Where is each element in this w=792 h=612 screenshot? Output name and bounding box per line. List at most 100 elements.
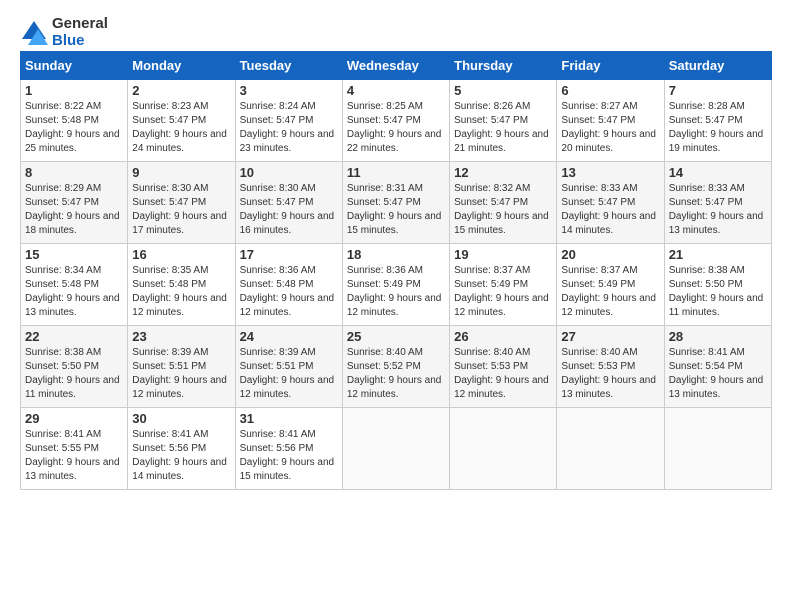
day-info: Sunrise: 8:39 AM Sunset: 5:51 PM Dayligh… [240,346,338,402]
day-number: 31 [240,411,338,426]
sunrise-label: Sunrise: 8:22 AM [25,101,101,112]
sunset-label: Sunset: 5:47 PM [240,115,314,126]
day-number: 16 [132,247,230,262]
logo-icon [20,19,48,47]
calendar-cell-14: 14 Sunrise: 8:33 AM Sunset: 5:47 PM Dayl… [664,162,771,244]
calendar-cell-4: 4 Sunrise: 8:25 AM Sunset: 5:47 PM Dayli… [342,80,449,162]
sunset-label: Sunset: 5:47 PM [669,115,743,126]
day-number: 3 [240,83,338,98]
sunrise-label: Sunrise: 8:30 AM [132,183,208,194]
day-number: 21 [669,247,767,262]
day-info: Sunrise: 8:22 AM Sunset: 5:48 PM Dayligh… [25,100,123,156]
sunset-label: Sunset: 5:47 PM [132,115,206,126]
daylight-label: Daylight: 9 hours and 21 minutes. [454,129,549,154]
daylight-label: Daylight: 9 hours and 12 minutes. [454,375,549,400]
daylight-label: Daylight: 9 hours and 23 minutes. [240,129,335,154]
day-number: 27 [561,329,659,344]
daylight-label: Daylight: 9 hours and 22 minutes. [347,129,442,154]
sunset-label: Sunset: 5:47 PM [669,197,743,208]
empty-cell [450,408,557,490]
sunset-label: Sunset: 5:47 PM [454,197,528,208]
day-info: Sunrise: 8:26 AM Sunset: 5:47 PM Dayligh… [454,100,552,156]
logo: General Blue [20,16,108,49]
day-info: Sunrise: 8:41 AM Sunset: 5:55 PM Dayligh… [25,428,123,484]
daylight-label: Daylight: 9 hours and 13 minutes. [561,375,656,400]
day-number: 23 [132,329,230,344]
daylight-label: Daylight: 9 hours and 12 minutes. [347,293,442,318]
empty-cell [664,408,771,490]
daylight-label: Daylight: 9 hours and 12 minutes. [132,293,227,318]
sunset-label: Sunset: 5:47 PM [240,197,314,208]
daylight-label: Daylight: 9 hours and 18 minutes. [25,211,120,236]
day-number: 18 [347,247,445,262]
day-info: Sunrise: 8:27 AM Sunset: 5:47 PM Dayligh… [561,100,659,156]
sunrise-label: Sunrise: 8:39 AM [132,347,208,358]
sunset-label: Sunset: 5:51 PM [132,361,206,372]
sunset-label: Sunset: 5:47 PM [347,115,421,126]
calendar-cell-3: 3 Sunrise: 8:24 AM Sunset: 5:47 PM Dayli… [235,80,342,162]
col-header-saturday: Saturday [664,52,771,80]
calendar-cell-24: 24 Sunrise: 8:39 AM Sunset: 5:51 PM Dayl… [235,326,342,408]
calendar-cell-13: 13 Sunrise: 8:33 AM Sunset: 5:47 PM Dayl… [557,162,664,244]
calendar-cell-22: 22 Sunrise: 8:38 AM Sunset: 5:50 PM Dayl… [21,326,128,408]
day-info: Sunrise: 8:40 AM Sunset: 5:53 PM Dayligh… [454,346,552,402]
calendar-cell-20: 20 Sunrise: 8:37 AM Sunset: 5:49 PM Dayl… [557,244,664,326]
daylight-label: Daylight: 9 hours and 12 minutes. [561,293,656,318]
day-info: Sunrise: 8:28 AM Sunset: 5:47 PM Dayligh… [669,100,767,156]
daylight-label: Daylight: 9 hours and 11 minutes. [669,293,764,318]
daylight-label: Daylight: 9 hours and 12 minutes. [240,375,335,400]
sunrise-label: Sunrise: 8:26 AM [454,101,530,112]
day-info: Sunrise: 8:36 AM Sunset: 5:49 PM Dayligh… [347,264,445,320]
col-header-wednesday: Wednesday [342,52,449,80]
day-number: 22 [25,329,123,344]
sunrise-label: Sunrise: 8:36 AM [240,265,316,276]
sunrise-label: Sunrise: 8:37 AM [561,265,637,276]
sunset-label: Sunset: 5:54 PM [669,361,743,372]
logo-text: General Blue [52,16,108,49]
calendar-cell-9: 9 Sunrise: 8:30 AM Sunset: 5:47 PM Dayli… [128,162,235,244]
calendar-cell-15: 15 Sunrise: 8:34 AM Sunset: 5:48 PM Dayl… [21,244,128,326]
day-info: Sunrise: 8:31 AM Sunset: 5:47 PM Dayligh… [347,182,445,238]
calendar-cell-27: 27 Sunrise: 8:40 AM Sunset: 5:53 PM Dayl… [557,326,664,408]
calendar-cell-2: 2 Sunrise: 8:23 AM Sunset: 5:47 PM Dayli… [128,80,235,162]
sunset-label: Sunset: 5:53 PM [454,361,528,372]
day-number: 17 [240,247,338,262]
day-info: Sunrise: 8:39 AM Sunset: 5:51 PM Dayligh… [132,346,230,402]
day-number: 7 [669,83,767,98]
day-number: 11 [347,165,445,180]
sunrise-label: Sunrise: 8:41 AM [240,429,316,440]
calendar-cell-18: 18 Sunrise: 8:36 AM Sunset: 5:49 PM Dayl… [342,244,449,326]
sunset-label: Sunset: 5:47 PM [132,197,206,208]
calendar-cell-25: 25 Sunrise: 8:40 AM Sunset: 5:52 PM Dayl… [342,326,449,408]
sunrise-label: Sunrise: 8:23 AM [132,101,208,112]
day-info: Sunrise: 8:40 AM Sunset: 5:53 PM Dayligh… [561,346,659,402]
daylight-label: Daylight: 9 hours and 13 minutes. [25,293,120,318]
daylight-label: Daylight: 9 hours and 16 minutes. [240,211,335,236]
sunrise-label: Sunrise: 8:32 AM [454,183,530,194]
day-number: 13 [561,165,659,180]
sunrise-label: Sunrise: 8:41 AM [25,429,101,440]
day-number: 2 [132,83,230,98]
daylight-label: Daylight: 9 hours and 13 minutes. [669,375,764,400]
day-info: Sunrise: 8:30 AM Sunset: 5:47 PM Dayligh… [132,182,230,238]
day-info: Sunrise: 8:25 AM Sunset: 5:47 PM Dayligh… [347,100,445,156]
day-info: Sunrise: 8:41 AM Sunset: 5:54 PM Dayligh… [669,346,767,402]
day-number: 12 [454,165,552,180]
day-number: 15 [25,247,123,262]
sunset-label: Sunset: 5:48 PM [25,115,99,126]
calendar-cell-5: 5 Sunrise: 8:26 AM Sunset: 5:47 PM Dayli… [450,80,557,162]
day-info: Sunrise: 8:29 AM Sunset: 5:47 PM Dayligh… [25,182,123,238]
sunrise-label: Sunrise: 8:30 AM [240,183,316,194]
sunset-label: Sunset: 5:47 PM [454,115,528,126]
calendar-cell-12: 12 Sunrise: 8:32 AM Sunset: 5:47 PM Dayl… [450,162,557,244]
day-number: 1 [25,83,123,98]
sunrise-label: Sunrise: 8:37 AM [454,265,530,276]
day-number: 30 [132,411,230,426]
sunset-label: Sunset: 5:56 PM [132,443,206,454]
daylight-label: Daylight: 9 hours and 24 minutes. [132,129,227,154]
daylight-label: Daylight: 9 hours and 14 minutes. [132,457,227,482]
sunrise-label: Sunrise: 8:38 AM [25,347,101,358]
day-number: 24 [240,329,338,344]
sunrise-label: Sunrise: 8:27 AM [561,101,637,112]
calendar-cell-30: 30 Sunrise: 8:41 AM Sunset: 5:56 PM Dayl… [128,408,235,490]
